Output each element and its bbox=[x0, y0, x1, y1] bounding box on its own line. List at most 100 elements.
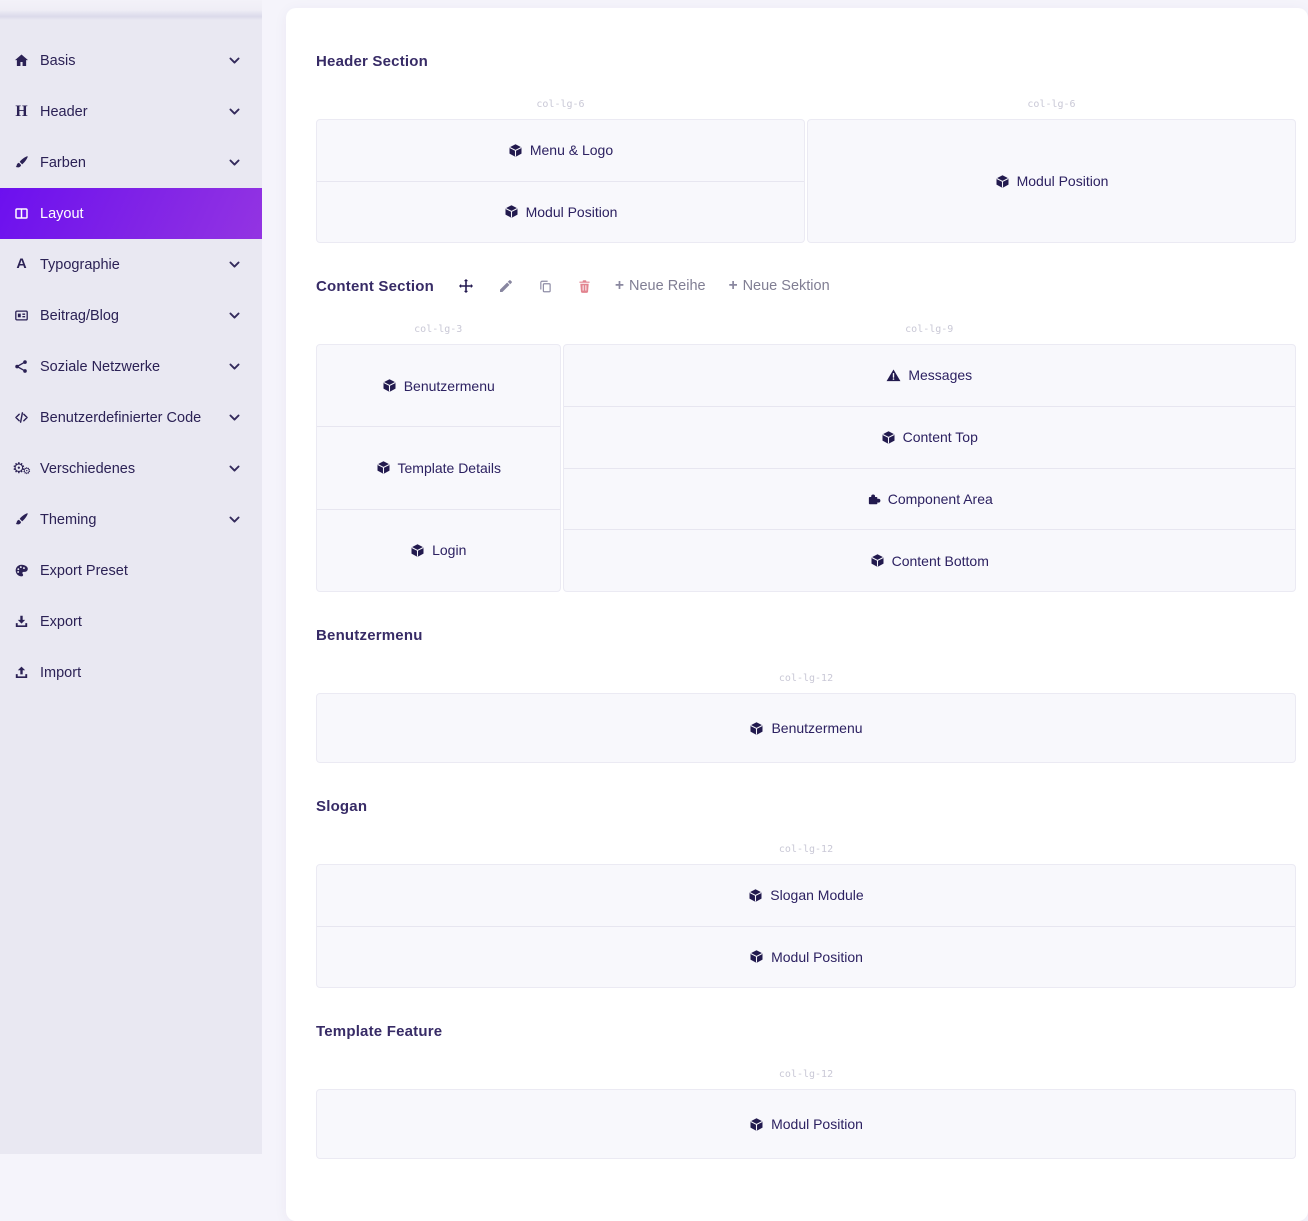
module-slogan-module[interactable]: Slogan Module bbox=[317, 865, 1295, 926]
section-title: Header Section bbox=[316, 53, 428, 70]
palette-icon bbox=[10, 563, 33, 578]
module-modul-position[interactable]: Modul Position bbox=[317, 926, 1295, 988]
sidebar-item-import[interactable]: Import bbox=[0, 647, 262, 698]
layout-builder-card: Header Sectioncol-lg-6col-lg-6Menu & Log… bbox=[286, 8, 1308, 1221]
sidebar-item-header[interactable]: HHeader bbox=[0, 86, 262, 137]
move-section-button[interactable] bbox=[458, 278, 474, 294]
duplicate-section-button[interactable] bbox=[538, 279, 553, 294]
sidebar-item-label: Benutzerdefinierter Code bbox=[40, 410, 201, 426]
cube-icon bbox=[382, 378, 397, 393]
sidebar-item-export[interactable]: Export bbox=[0, 596, 262, 647]
puzzle-icon bbox=[866, 491, 881, 506]
sidebar-item-benutzerdefinierter-code[interactable]: Benutzerdefinierter Code bbox=[0, 392, 262, 443]
cube-icon bbox=[508, 143, 523, 158]
module-modul-position[interactable]: Modul Position bbox=[808, 120, 1295, 242]
neue-sektion-button[interactable]: +Neue Sektion bbox=[729, 278, 830, 293]
sidebar-item-layout[interactable]: Layout bbox=[0, 188, 262, 239]
column-tag-row: col-lg-12 bbox=[316, 673, 1296, 693]
module-label: Modul Position bbox=[771, 1116, 863, 1132]
section-title: Content Section bbox=[316, 278, 434, 295]
sidebar-item-label: Import bbox=[40, 665, 81, 681]
chevron-down-icon bbox=[223, 410, 246, 425]
module-modul-position[interactable]: Modul Position bbox=[317, 1090, 1295, 1158]
sidebar-nav: BasisHHeader Farben LayoutATypographie Beit… bbox=[0, 20, 262, 698]
cube-icon bbox=[995, 174, 1010, 189]
module-label: Login bbox=[432, 542, 466, 558]
app-root: BasisHHeader Farben LayoutATypographie Beit… bbox=[0, 0, 1308, 1154]
module-login[interactable]: Login bbox=[317, 509, 560, 591]
column-size-tag: col-lg-12 bbox=[316, 844, 1296, 855]
module-component-area[interactable]: Component Area bbox=[564, 468, 1296, 530]
edit-section-button[interactable] bbox=[498, 278, 514, 294]
code-icon bbox=[10, 410, 33, 425]
settings-sidebar: BasisHHeader Farben LayoutATypographie Beit… bbox=[0, 0, 262, 1154]
plus-icon: + bbox=[615, 278, 624, 293]
main-area: Header Sectioncol-lg-6col-lg-6Menu & Log… bbox=[262, 0, 1308, 1154]
sidebar-item-label: Verschiedenes bbox=[40, 461, 135, 477]
warning-icon bbox=[886, 368, 901, 383]
column-size-tag: col-lg-3 bbox=[316, 324, 561, 335]
module-content-top[interactable]: Content Top bbox=[564, 406, 1296, 468]
sidebar-item-soziale-netzwerke[interactable]: Soziale Netzwerke bbox=[0, 341, 262, 392]
column-tag-row: col-lg-12 bbox=[316, 844, 1296, 864]
pencil-icon bbox=[498, 278, 514, 294]
module-label: Modul Position bbox=[526, 204, 618, 220]
cube-icon bbox=[749, 949, 764, 964]
column-row: Benutzermenu Template Details Login Message… bbox=[316, 344, 1296, 592]
section-header-section: Header Sectioncol-lg-6col-lg-6Menu & Log… bbox=[316, 50, 1296, 243]
column-row: Modul Position bbox=[316, 1089, 1296, 1159]
column-row: Benutzermenu bbox=[316, 693, 1296, 763]
sidebar-item-label: Soziale Netzwerke bbox=[40, 359, 160, 375]
cube-icon bbox=[881, 430, 896, 445]
sidebar-item-typographie[interactable]: ATypographie bbox=[0, 239, 262, 290]
module-content-bottom[interactable]: Content Bottom bbox=[564, 529, 1296, 591]
chevron-down-icon bbox=[223, 308, 246, 323]
cube-icon bbox=[749, 721, 764, 736]
sidebar-item-label: Beitrag/Blog bbox=[40, 308, 119, 324]
section-title: Template Feature bbox=[316, 1023, 442, 1040]
module-benutzermenu[interactable]: Benutzermenu bbox=[317, 345, 560, 426]
module-label: Component Area bbox=[888, 491, 993, 507]
module-label: Content Bottom bbox=[892, 553, 989, 569]
column-size-tag: col-lg-6 bbox=[807, 99, 1296, 110]
neue-reihe-button[interactable]: +Neue Reihe bbox=[615, 278, 706, 293]
sidebar-item-theming[interactable]: Theming bbox=[0, 494, 262, 545]
sidebar-item-label: Export Preset bbox=[40, 563, 128, 579]
font-icon: A bbox=[10, 257, 33, 271]
share-icon bbox=[10, 359, 33, 374]
column-size-tag: col-lg-9 bbox=[563, 324, 1297, 335]
sidebar-item-export-preset[interactable]: Export Preset bbox=[0, 545, 262, 596]
cube-icon bbox=[410, 543, 425, 558]
column-box: Modul Position bbox=[316, 1089, 1296, 1159]
sidebar-item-farben[interactable]: Farben bbox=[0, 137, 262, 188]
module-label: Benutzermenu bbox=[771, 720, 862, 736]
section-head: Header Section bbox=[316, 50, 1296, 72]
column-box: MessagesContent Top Component Area Content… bbox=[563, 344, 1297, 592]
module-benutzermenu[interactable]: Benutzermenu bbox=[317, 694, 1295, 762]
delete-section-button[interactable] bbox=[577, 279, 592, 294]
sidebar-item-beitrag-blog[interactable]: Beitrag/Blog bbox=[0, 290, 262, 341]
column-size-tag: col-lg-12 bbox=[316, 1069, 1296, 1080]
newspaper-icon bbox=[10, 308, 33, 323]
sidebar-item-verschiedenes[interactable]: ⚙⚙Verschiedenes bbox=[0, 443, 262, 494]
module-menu-logo[interactable]: Menu & Logo bbox=[317, 120, 804, 181]
module-label: Modul Position bbox=[1017, 173, 1109, 189]
chevron-down-icon bbox=[223, 461, 246, 476]
chevron-down-icon bbox=[223, 155, 246, 170]
paintbrush-icon bbox=[10, 512, 33, 527]
column-box: Modul Position bbox=[807, 119, 1296, 243]
module-template-details[interactable]: Template Details bbox=[317, 426, 560, 508]
module-label: Slogan Module bbox=[770, 887, 863, 903]
sidebar-item-basis[interactable]: Basis bbox=[0, 35, 262, 86]
module-label: Menu & Logo bbox=[530, 142, 613, 158]
column-row: Menu & Logo Modul Position Modul Position bbox=[316, 119, 1296, 243]
module-label: Template Details bbox=[398, 460, 502, 476]
column-tag-row: col-lg-6col-lg-6 bbox=[316, 99, 1296, 119]
module-messages[interactable]: Messages bbox=[564, 345, 1296, 406]
cube-icon bbox=[376, 460, 391, 475]
upload-icon bbox=[10, 665, 33, 680]
module-modul-position[interactable]: Modul Position bbox=[317, 181, 804, 243]
chevron-down-icon bbox=[223, 257, 246, 272]
trash-icon bbox=[577, 279, 592, 294]
sidebar-item-label: Farben bbox=[40, 155, 86, 171]
